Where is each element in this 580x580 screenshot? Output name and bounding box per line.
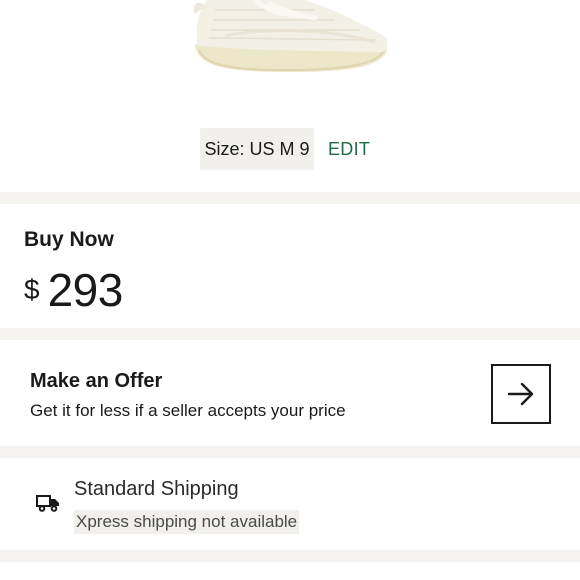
arrow-right-icon (507, 382, 534, 406)
section-divider (0, 446, 580, 458)
product-image (193, 0, 388, 72)
truck-icon (36, 495, 59, 512)
size-chip[interactable]: Size: US M 9 (200, 128, 314, 170)
price: $ 293 (24, 262, 123, 318)
offer-subtitle: Get it for less if a seller accepts your… (30, 401, 346, 420)
section-divider (0, 192, 580, 204)
size-row: Size: US M 9 EDIT (0, 128, 580, 170)
section-divider (0, 550, 580, 562)
shipping-section: Standard Shipping Xpress shipping not av… (0, 458, 580, 550)
price-currency: $ (24, 274, 40, 305)
section-divider (0, 328, 580, 340)
buy-now-heading: Buy Now (24, 228, 114, 251)
make-offer-card[interactable]: Make an Offer Get it for less if a selle… (0, 340, 580, 446)
price-value: 293 (47, 264, 124, 316)
product-purchase-page: Size: US M 9 EDIT Buy Now $ 293 Make an … (0, 0, 580, 580)
offer-title: Make an Offer (30, 370, 163, 392)
make-offer-arrow-button[interactable] (491, 364, 551, 424)
edit-size-link[interactable]: EDIT (328, 128, 370, 170)
shipping-title: Standard Shipping (74, 478, 239, 500)
shipping-note: Xpress shipping not available (74, 510, 300, 534)
